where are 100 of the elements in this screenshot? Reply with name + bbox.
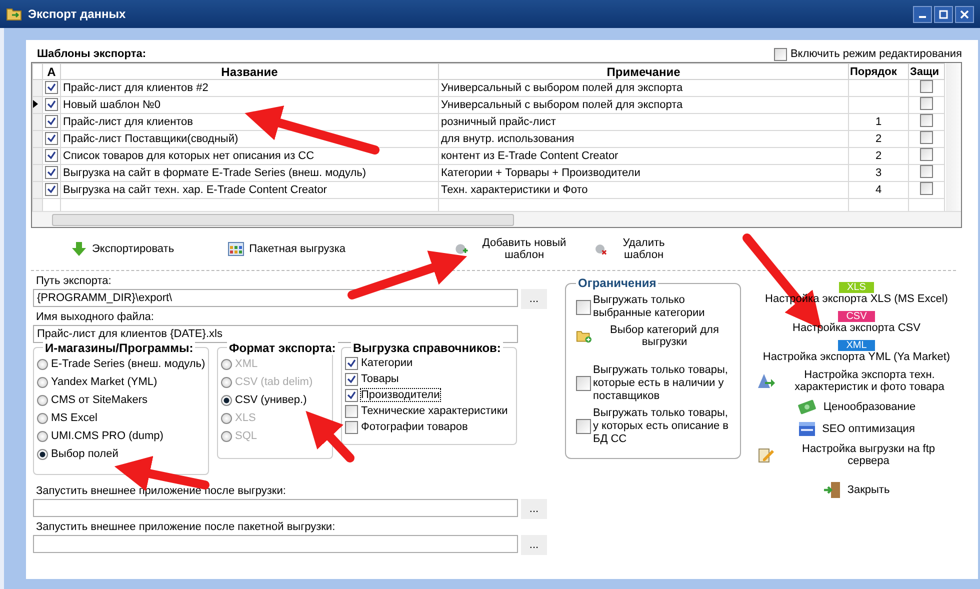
radio-button[interactable] xyxy=(37,430,48,442)
group-title: Формат экспорта: xyxy=(227,341,338,355)
radio-button[interactable] xyxy=(37,412,48,424)
row-checkbox[interactable] xyxy=(45,115,58,128)
option-label: XLS xyxy=(235,412,256,424)
option-label: MS Excel xyxy=(51,412,98,424)
table-cell: Категории + Торвары + Производители xyxy=(438,164,848,182)
column-header[interactable]: Примечание xyxy=(438,64,848,80)
field-label: Имя выходного файла: xyxy=(35,311,155,325)
option-label: Выгружать только товары, у которых есть описание в БД CC xyxy=(593,407,730,446)
edit-mode-checkbox[interactable]: Включить режим редактирования xyxy=(774,48,962,60)
radio-button[interactable] xyxy=(37,358,48,370)
minimize-button[interactable] xyxy=(913,6,932,22)
row-checkbox[interactable] xyxy=(920,132,933,144)
close-dialog-button[interactable]: Закрыть xyxy=(821,480,892,500)
option-label: XML xyxy=(235,358,258,370)
browse-button[interactable]: ... xyxy=(521,499,547,519)
table-cell: Выгрузка на сайт в формате E-Trade Series (внеш. модуль) xyxy=(60,164,438,182)
table-cell: 1 xyxy=(875,116,882,128)
row-checkbox[interactable] xyxy=(920,114,933,127)
checkbox[interactable] xyxy=(345,420,358,434)
table-cell: розничный прайс-лист xyxy=(438,114,848,130)
checkbox[interactable] xyxy=(345,404,358,418)
close-button[interactable] xyxy=(955,6,974,22)
column-header[interactable]: A xyxy=(42,64,60,80)
option-label: Категории xyxy=(361,357,413,369)
row-checkbox[interactable] xyxy=(45,98,58,111)
maximize-button[interactable] xyxy=(934,6,953,22)
row-checkbox[interactable] xyxy=(920,166,933,178)
maximize-icon xyxy=(939,10,948,18)
row-checkbox[interactable] xyxy=(45,132,58,145)
app-path-field[interactable] xyxy=(33,535,518,553)
table-cell: 3 xyxy=(875,167,882,179)
row-checkbox[interactable] xyxy=(920,148,933,161)
column-header[interactable]: Порядок xyxy=(848,64,908,80)
export-button[interactable]: Экспортировать xyxy=(67,239,178,259)
batch-button[interactable]: Пакетная выгрузка xyxy=(224,240,350,258)
option-label: Yandex Market (YML) xyxy=(51,376,158,388)
checkbox[interactable] xyxy=(576,300,591,314)
table-cell: Новый шаблон №0 xyxy=(60,96,438,114)
row-checkbox[interactable] xyxy=(45,81,58,94)
section-label: Шаблоны экспорта: xyxy=(37,48,146,60)
radio-button[interactable] xyxy=(37,448,48,460)
table-cell: 4 xyxy=(875,184,882,196)
radio-button[interactable] xyxy=(37,376,48,388)
settings-link[interactable]: XML Настройка экспорта YML (Ya Market) xyxy=(760,339,952,364)
settings-link[interactable]: Настройка выгрузки на ftp сервера xyxy=(755,442,958,468)
group-title: И-магазины/Программы: xyxy=(43,341,196,355)
group-title: Ограничения xyxy=(576,276,658,290)
column-header[interactable]: Название xyxy=(60,64,438,80)
column-header[interactable]: Защи xyxy=(908,64,944,80)
row-checkbox[interactable] xyxy=(920,182,933,195)
folder-icon xyxy=(6,7,22,21)
checkbox[interactable] xyxy=(345,372,358,386)
checkbox[interactable] xyxy=(576,419,591,434)
option-label: Фотографии товаров xyxy=(361,421,468,433)
row-checkbox[interactable] xyxy=(45,149,58,162)
checkbox[interactable] xyxy=(576,376,591,391)
row-checkbox[interactable] xyxy=(45,183,58,196)
settings-link[interactable]: Настройка экспорта техн. характеристик и фото товара xyxy=(754,368,959,394)
row-checkbox[interactable] xyxy=(920,98,933,110)
app-path-field[interactable] xyxy=(33,499,518,517)
horizontal-scrollbar[interactable] xyxy=(32,211,961,227)
option-label: CSV (tab delim) xyxy=(235,376,313,388)
table-cell: Прайс-лист для клиентов #2 xyxy=(60,80,438,96)
file-name-field[interactable]: Прайс-лист для клиентов {DATE}.xls xyxy=(33,325,518,343)
radio-button[interactable] xyxy=(37,394,48,406)
html-page-icon xyxy=(798,421,816,437)
delete-button[interactable]: Удалить шаблон xyxy=(590,235,680,263)
table-cell: 2 xyxy=(875,133,882,145)
close-icon xyxy=(960,10,969,18)
option-label: E-Trade Series (внеш. модуль) xyxy=(51,358,206,370)
row-checkbox[interactable] xyxy=(920,80,933,93)
table-cell: Универсальный с выбором полей для экспорта xyxy=(438,96,848,114)
browse-button[interactable]: ... xyxy=(521,289,547,309)
table-cell: Выгрузка на сайт техн. хар. E-Trade Content Creator xyxy=(60,182,438,198)
option-label: Выгружать только выбранные категории xyxy=(593,294,706,320)
table-cell: Прайс-лист Поставщики(сводный) xyxy=(60,130,438,148)
option-label: UMI.CMS PRO (dump) xyxy=(51,430,164,442)
field-label: Запустить внешнее приложение после выгрузки: xyxy=(35,485,287,499)
settings-link[interactable]: Ценообразование xyxy=(795,398,918,416)
vertical-scrollbar[interactable] xyxy=(946,63,961,211)
current-row-icon xyxy=(34,100,38,108)
settings-link[interactable]: SEO оптимизация xyxy=(796,420,917,438)
browse-button[interactable]: ... xyxy=(521,535,547,555)
select-categories-button[interactable]: Выбор категорий для выгрузки xyxy=(576,324,734,360)
checkbox[interactable] xyxy=(345,388,358,402)
settings-link[interactable]: CSV Настройка экспорта CSV xyxy=(790,310,922,335)
export-path-field[interactable]: {PROGRAMM_DIR}\export\ xyxy=(33,289,518,307)
option-label: Выбор полей xyxy=(51,448,118,460)
add-button[interactable]: Добавить новый шаблон xyxy=(450,235,580,263)
option-label: SQL xyxy=(235,430,258,442)
option-label: Выгружать только товары, которые есть в наличии у поставщиков xyxy=(593,364,729,403)
field-label: Путь экспорта: xyxy=(35,275,112,289)
row-header[interactable] xyxy=(32,96,42,114)
minimize-icon xyxy=(919,16,926,18)
radio-button[interactable] xyxy=(221,394,232,406)
row-checkbox[interactable] xyxy=(45,166,58,179)
table-cell: 2 xyxy=(875,150,882,162)
checkbox[interactable] xyxy=(345,356,358,370)
